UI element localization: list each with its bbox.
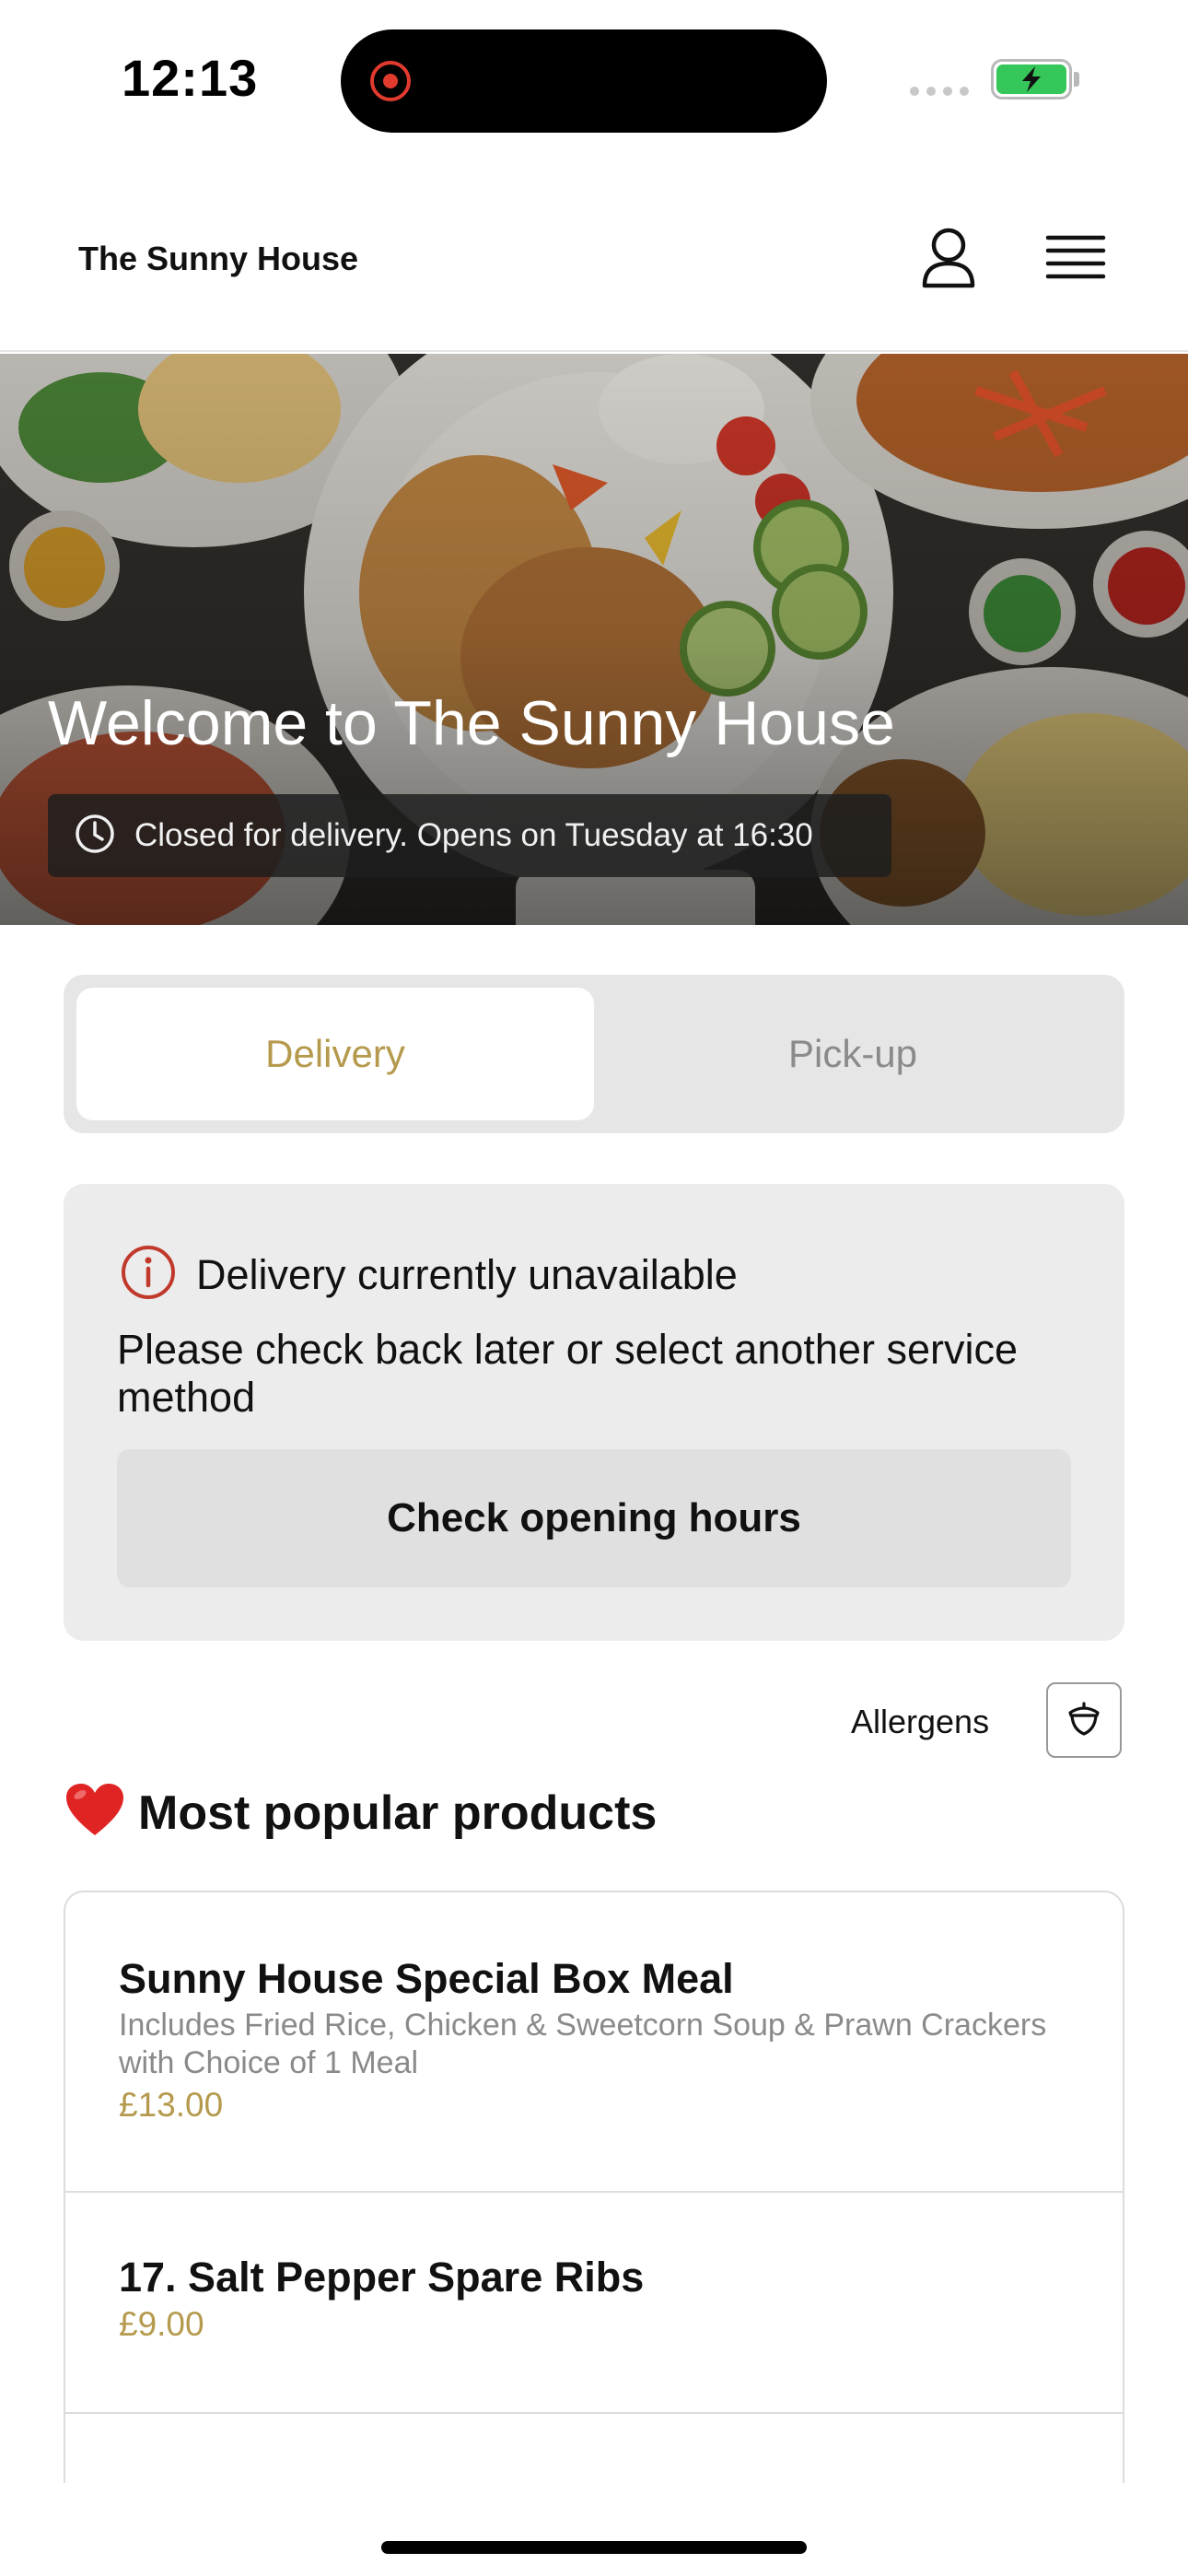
clock-icon (74, 813, 116, 860)
restaurant-name[interactable]: The Sunny House (78, 240, 358, 278)
section-title: Most popular products (138, 1786, 658, 1840)
battery-nub (1074, 72, 1079, 87)
menu-icon[interactable] (1039, 221, 1112, 295)
alert-header: Delivery currently unavailable (119, 1243, 738, 1306)
product-name: Sunny House Special Box Meal (119, 1955, 734, 2002)
user-icon[interactable] (912, 221, 985, 295)
acorn-icon (1064, 1698, 1104, 1743)
service-type-toggle: Delivery Pick-up (64, 975, 1124, 1133)
allergens-label[interactable]: Allergens (851, 1703, 989, 1741)
closed-status-badge: Closed for delivery. Opens on Tuesday at… (48, 794, 891, 877)
check-opening-hours-button[interactable]: Check opening hours (117, 1449, 1071, 1587)
status-bar: 12:13 (0, 0, 1188, 157)
signal-icon (910, 87, 969, 96)
popular-products-list: Sunny House Special Box Meal Includes Fr… (64, 1891, 1124, 2483)
tab-pickup[interactable]: Pick-up (594, 988, 1112, 1120)
product-price: £9.00 (119, 2305, 204, 2343)
product-price: £13.00 (119, 2086, 224, 2124)
allergens-button[interactable] (1046, 1682, 1122, 1758)
tab-delivery[interactable]: Delivery (76, 988, 594, 1120)
product-name: 17. Salt Pepper Spare Ribs (119, 2254, 645, 2301)
welcome-title: Welcome to The Sunny House (48, 688, 895, 758)
dynamic-island (341, 29, 827, 133)
app-header: The Sunny House (0, 166, 1188, 352)
screen-recording-icon (370, 61, 411, 101)
info-icon (119, 1243, 178, 1306)
delivery-unavailable-card: Delivery currently unavailable Please ch… (64, 1184, 1124, 1641)
status-time: 12:13 (122, 49, 259, 107)
closed-status-text: Closed for delivery. Opens on Tuesday at… (134, 817, 813, 853)
hero-banner: Welcome to The Sunny House Closed for de… (0, 354, 1188, 925)
battery-icon (991, 59, 1072, 100)
product-item[interactable]: 17. Salt Pepper Spare Ribs £9.00 (65, 2193, 1123, 2414)
heart-icon (64, 1782, 125, 1844)
alert-message: Please check back later or select anothe… (117, 1326, 1018, 1421)
product-item[interactable]: Sunny House Special Box Meal Includes Fr… (65, 1892, 1123, 2193)
home-indicator[interactable] (381, 2541, 807, 2554)
product-description: Includes Fried Rice, Chicken & Sweetcorn… (119, 2008, 1047, 2080)
alert-title: Delivery currently unavailable (196, 1250, 738, 1298)
most-popular-heading: Most popular products (64, 1782, 657, 1844)
